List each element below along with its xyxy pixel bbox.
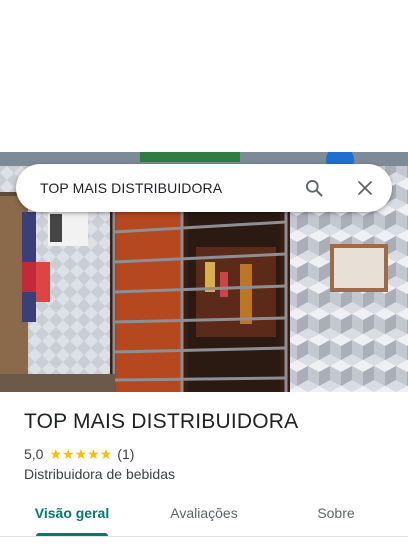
star-rating: ★ ★ ★ ★ ★ xyxy=(49,447,112,461)
star-icon: ★ xyxy=(62,446,75,462)
star-icon: ★ xyxy=(49,446,63,462)
search-icon[interactable] xyxy=(302,176,326,200)
rating-row[interactable]: 5,0 ★ ★ ★ ★ ★ (1) xyxy=(24,445,134,463)
place-info-panel: TOP MAIS DISTRIBUIDORA 5,0 ★ ★ ★ ★ ★ (1)… xyxy=(0,392,408,544)
star-icon: ★ xyxy=(99,446,113,462)
place-title: TOP MAIS DISTRIBUIDORA xyxy=(24,410,299,433)
search-bar[interactable]: TOP MAIS DISTRIBUIDORA xyxy=(16,164,392,212)
tabs-divider xyxy=(0,536,408,537)
star-icon: ★ xyxy=(87,446,100,462)
rating-value: 5,0 xyxy=(24,446,44,462)
map-blank-area xyxy=(0,0,408,152)
search-query-text[interactable]: TOP MAIS DISTRIBUIDORA xyxy=(40,164,222,212)
close-icon[interactable] xyxy=(353,176,377,200)
place-category[interactable]: Distribuidora de bebidas xyxy=(24,466,175,482)
review-count[interactable]: (1) xyxy=(117,446,134,462)
star-icon: ★ xyxy=(74,446,88,462)
